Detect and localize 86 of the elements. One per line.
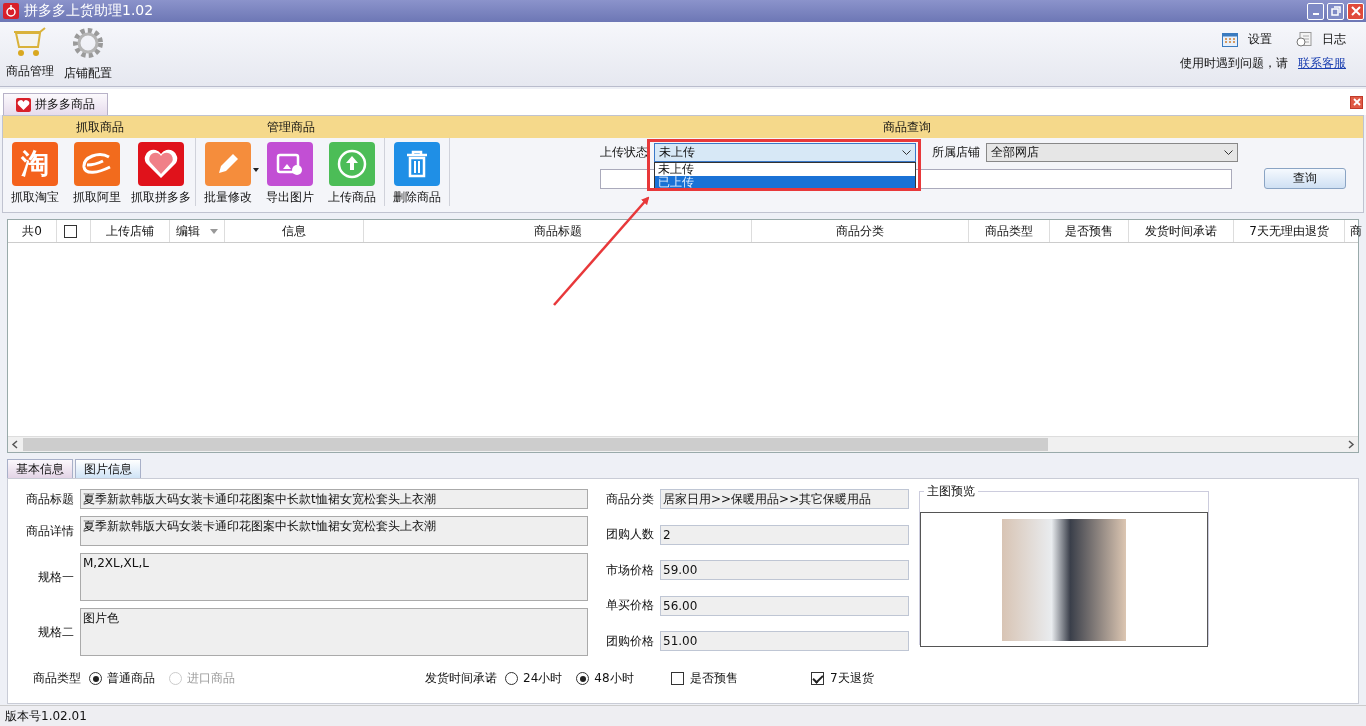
text-field[interactable]: 51.00 [660, 631, 909, 651]
settings-button[interactable]: 设置 [1222, 31, 1272, 48]
ribbon-button[interactable]: 淘 抓取淘宝 [7, 142, 63, 206]
chevron-down-icon [1224, 150, 1233, 155]
column-header[interactable]: 商品标题 [533, 222, 582, 240]
text-field[interactable]: 图片色 [80, 608, 588, 656]
ribbon-button[interactable]: 删除商品 [389, 142, 445, 206]
column-header[interactable]: 商品分类 [836, 222, 884, 240]
page-tab[interactable]: 拼多多商品 [3, 93, 108, 115]
field-label: 团购价格 [605, 632, 654, 650]
preview-title: 主图预览 [926, 483, 976, 500]
heart-icon [16, 97, 31, 112]
radio-option[interactable]: 24小时 [505, 670, 563, 687]
log-button[interactable]: 日志 [1296, 31, 1346, 48]
field-label: 商品分类 [605, 490, 654, 508]
column-header[interactable]: 编辑 [176, 222, 200, 240]
minimize-button[interactable] [1307, 2, 1324, 20]
group-header: 商品查询 [450, 116, 1363, 138]
close-button[interactable] [1347, 2, 1364, 20]
column-header[interactable]: 信息 [282, 222, 306, 240]
field-label: 单买价格 [605, 597, 654, 614]
field-label: 商品标题 [25, 490, 74, 508]
detail-tab[interactable]: 图片信息 [75, 459, 141, 478]
shop-config-button[interactable]: 店铺配置 [64, 26, 112, 82]
restore-icon [1330, 6, 1341, 16]
product-manage-button[interactable]: 商品管理 [6, 26, 54, 82]
shop-label: 所属店铺 [932, 144, 980, 161]
column-header: 共0 [8, 220, 57, 242]
field-label: 规格一 [37, 568, 74, 586]
document-clock-icon [1296, 32, 1312, 47]
ribbon-button[interactable]: 抓取拼多多 [131, 142, 191, 206]
field-label: 市场价格 [605, 561, 654, 579]
field-label: 团购人数 [605, 526, 654, 543]
search-button[interactable]: 查询 [1264, 168, 1346, 189]
column-header[interactable]: 商 [1350, 222, 1362, 240]
field-label: 商品详情 [25, 522, 74, 540]
dropdown-option[interactable]: 未上传 [655, 163, 915, 176]
field-label: 商品类型 [33, 670, 81, 687]
text-field[interactable]: 居家日用>>保暖用品>>其它保暖用品 [660, 489, 909, 509]
column-header[interactable]: 商品类型 [985, 222, 1033, 240]
close-icon [1350, 6, 1361, 16]
field-label: 规格二 [37, 623, 74, 641]
column-header[interactable]: 7天无理由退货 [1249, 222, 1329, 240]
upload-status-label: 上传状态 [600, 144, 648, 161]
ribbon-button[interactable]: 批量修改 [200, 142, 256, 206]
trash-icon [394, 142, 440, 186]
text-field[interactable]: 夏季新款韩版大码女装卡通印花图案中长款t恤裙女宽松套头上衣潮 [80, 489, 588, 509]
column-header[interactable]: 发货时间承诺 [1145, 222, 1217, 240]
detail-tab[interactable]: 基本信息 [7, 459, 73, 478]
restore-button[interactable] [1327, 2, 1344, 20]
radio-option[interactable]: 48小时 [576, 670, 634, 687]
ribbon-button[interactable]: 导出图片 [262, 142, 318, 206]
character-icon: 淘 [12, 142, 58, 186]
ribbon-button[interactable]: 上传商品 [324, 142, 380, 206]
help-text: 使用时遇到问题，请 [1180, 55, 1288, 72]
select-all-checkbox[interactable] [64, 224, 77, 238]
column-header[interactable]: 上传店铺 [106, 222, 154, 240]
picture-icon [267, 142, 313, 186]
window-title: 拼多多上货助理1.02 [24, 2, 154, 20]
radio-option[interactable]: 普通商品 [89, 670, 155, 687]
checkbox-option[interactable]: 是否预售 [671, 670, 811, 687]
text-field[interactable]: 59.00 [660, 560, 909, 580]
chevron-down-icon [902, 150, 911, 155]
horizontal-scrollbar[interactable] [8, 436, 1358, 452]
text-field[interactable]: 2 [660, 524, 909, 545]
app-logo-icon [3, 3, 19, 19]
swoosh-icon [74, 142, 120, 186]
version-text: 版本号1.02.01 [5, 707, 87, 725]
cart-icon [12, 26, 48, 58]
group-header: 管理商品 [196, 116, 385, 138]
calendar-icon [1222, 32, 1238, 47]
column-header[interactable]: 是否预售 [1065, 222, 1113, 240]
field-label: 发货时间承诺 [425, 670, 497, 687]
text-field[interactable]: M,2XL,XL,L [80, 553, 588, 601]
group-header: 抓取商品 [3, 116, 196, 138]
checkbox-option[interactable]: 7天退货 [811, 670, 951, 687]
upload-status-dropdown[interactable]: 未上传 [654, 143, 916, 162]
close-tab-button[interactable] [1350, 95, 1363, 109]
text-field[interactable]: 56.00 [660, 595, 909, 616]
text-field[interactable]: 夏季新款韩版大码女装卡通印花图案中长款t恤裙女宽松套头上衣潮 [80, 516, 588, 546]
shop-dropdown[interactable]: 全部网店 [986, 143, 1238, 162]
close-icon [1352, 98, 1361, 106]
pencil-icon [205, 142, 251, 186]
ribbon-button[interactable]: 抓取阿里 [69, 142, 125, 206]
contact-support-link[interactable]: 联系客服 [1298, 55, 1346, 72]
gear-icon [71, 26, 105, 60]
